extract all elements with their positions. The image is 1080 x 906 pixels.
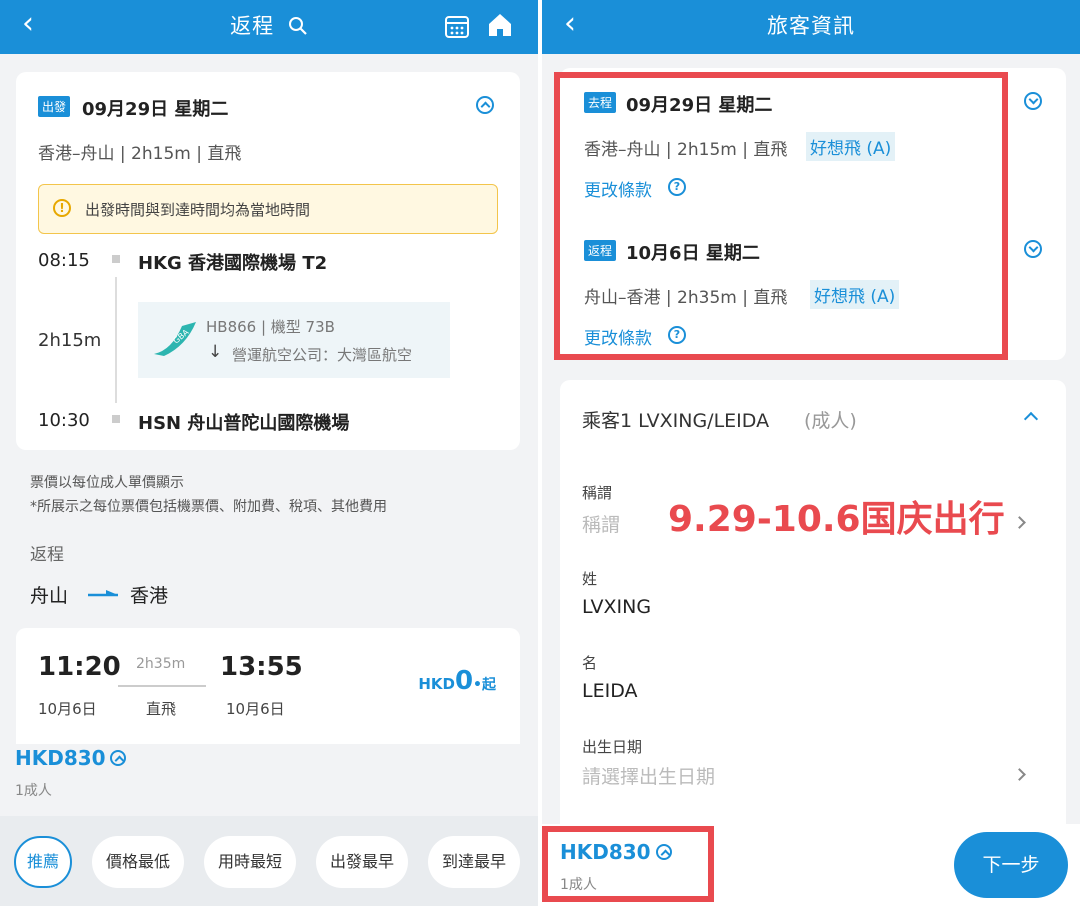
outbound-flight-card: 出發 09月29日 星期二 香港–舟山 | 2h15m | 直飛 ! 出發時間與… [16, 72, 520, 450]
arrival-time: 10:30 [38, 410, 90, 431]
price-note-detail: *所展示之每位票價包括機票價、附加費、稅項、其他費用 [30, 499, 387, 515]
sort-shortest-duration[interactable]: 用時最短 [204, 836, 296, 888]
expand-icon[interactable] [1024, 240, 1042, 258]
flight-info-box: GBA HB866 | 機型 73B ↓ 營運航空公司：大灣區航空 [138, 302, 450, 378]
total-price[interactable]: HKD830 [15, 746, 106, 770]
outbound-date: 09月29日 星期二 [82, 99, 229, 120]
sort-earliest-arrival[interactable]: 到達最早 [428, 836, 520, 888]
timeline-dot [112, 255, 120, 263]
title-label: 稱謂 [582, 484, 613, 502]
operating-airline: 營運航空公司：大灣區航空 [232, 346, 413, 364]
price-note: 票價以每位成人單價顯示 [30, 475, 184, 491]
collapse-icon[interactable] [476, 96, 494, 114]
title-select[interactable]: 稱謂 [582, 510, 620, 537]
sort-recommended[interactable]: 推薦 [14, 836, 72, 888]
plane-arrow-icon [88, 590, 118, 597]
sort-lowest-price[interactable]: 價格最低 [92, 836, 184, 888]
result-dep-time: 11:20 [38, 652, 121, 682]
airline-logo-icon: GBA [154, 322, 196, 356]
outbound-summary: 香港–舟山 | 2h15m | 直飛 [38, 144, 242, 164]
timeline-line [115, 277, 117, 403]
collapse-chevron-icon[interactable] [1023, 411, 1039, 427]
passenger-title: 乘客1 LVXING/LEIDA [582, 410, 770, 432]
search-icon[interactable] [288, 16, 308, 36]
passenger-info-screen: ‹ 旅客資訊 去程 09月29日 星期二 香港–舟山 | 2h15m | 直飛 … [542, 0, 1080, 906]
sort-earliest-departure[interactable]: 出發最早 [316, 836, 408, 888]
calendar-icon[interactable] [444, 13, 470, 39]
next-step-button[interactable]: 下一步 [954, 832, 1068, 898]
highlight-box-price [542, 826, 714, 902]
price-value: 0 [454, 666, 474, 696]
right-header: ‹ 旅客資訊 [542, 0, 1080, 54]
result-stop: 直飛 [146, 700, 177, 718]
local-time-notice: ! 出發時間與到達時間均為當地時間 [38, 184, 498, 234]
dob-label: 出生日期 [582, 738, 643, 756]
left-price-bar: HKD830 1成人 [0, 744, 538, 816]
notice-text: 出發時間與到達時間均為當地時間 [85, 201, 311, 219]
route-to: 香港 [130, 585, 169, 607]
result-arr-time: 13:55 [220, 652, 303, 682]
result-dep-date: 10月6日 [38, 700, 97, 718]
price-detail-icon[interactable] [110, 750, 126, 766]
flight-search-screen: ‹ 返程 出發 09月29日 星期二 香港–舟山 | 2h15m | 直飛 ! … [0, 0, 538, 906]
given-name-field[interactable]: LEIDA [582, 680, 638, 702]
given-name-label: 名 [582, 654, 598, 672]
result-duration: 2h35m [136, 656, 186, 672]
flight-number: HB866 | 機型 73B [206, 318, 335, 336]
page-title: 旅客資訊 [767, 14, 855, 38]
chevron-right-icon[interactable] [1013, 768, 1026, 781]
page-title: 返程 [230, 14, 275, 38]
departure-airport: HKG 香港國際機場 T2 [138, 253, 328, 274]
annotation-text: 9.29-10.6国庆出行 [668, 499, 1005, 540]
result-duration-line [118, 685, 206, 687]
home-icon[interactable] [486, 11, 514, 39]
route-from: 舟山 [30, 585, 69, 607]
arrow-down-icon: ↓ [208, 342, 223, 362]
result-arr-date: 10月6日 [226, 700, 285, 718]
result-price: HKD0•起 [418, 666, 496, 696]
timeline-dot [112, 415, 120, 423]
passenger-count: 1成人 [15, 783, 52, 799]
passenger-card: 乘客1 LVXING/LEIDA (成人) 稱謂 稱謂 9.29-10.6国庆出… [560, 380, 1066, 880]
chevron-right-icon[interactable] [1013, 516, 1026, 529]
price-suffix: •起 [473, 677, 496, 693]
highlight-box-itinerary [554, 72, 1008, 360]
outbound-badge: 出發 [38, 96, 71, 117]
departure-time: 08:15 [38, 250, 90, 271]
dob-select[interactable]: 請選擇出生日期 [582, 762, 715, 789]
arrival-airport: HSN 舟山普陀山國際機場 [138, 413, 350, 434]
surname-label: 姓 [582, 570, 598, 588]
expand-icon[interactable] [1024, 92, 1042, 110]
section-label: 返程 [30, 545, 64, 565]
flight-duration: 2h15m [38, 330, 102, 351]
passenger-type: (成人) [804, 410, 857, 432]
surname-field[interactable]: LVXING [582, 596, 651, 618]
warning-icon: ! [53, 199, 71, 217]
left-header: ‹ 返程 [0, 0, 538, 54]
price-currency: HKD [418, 675, 455, 693]
